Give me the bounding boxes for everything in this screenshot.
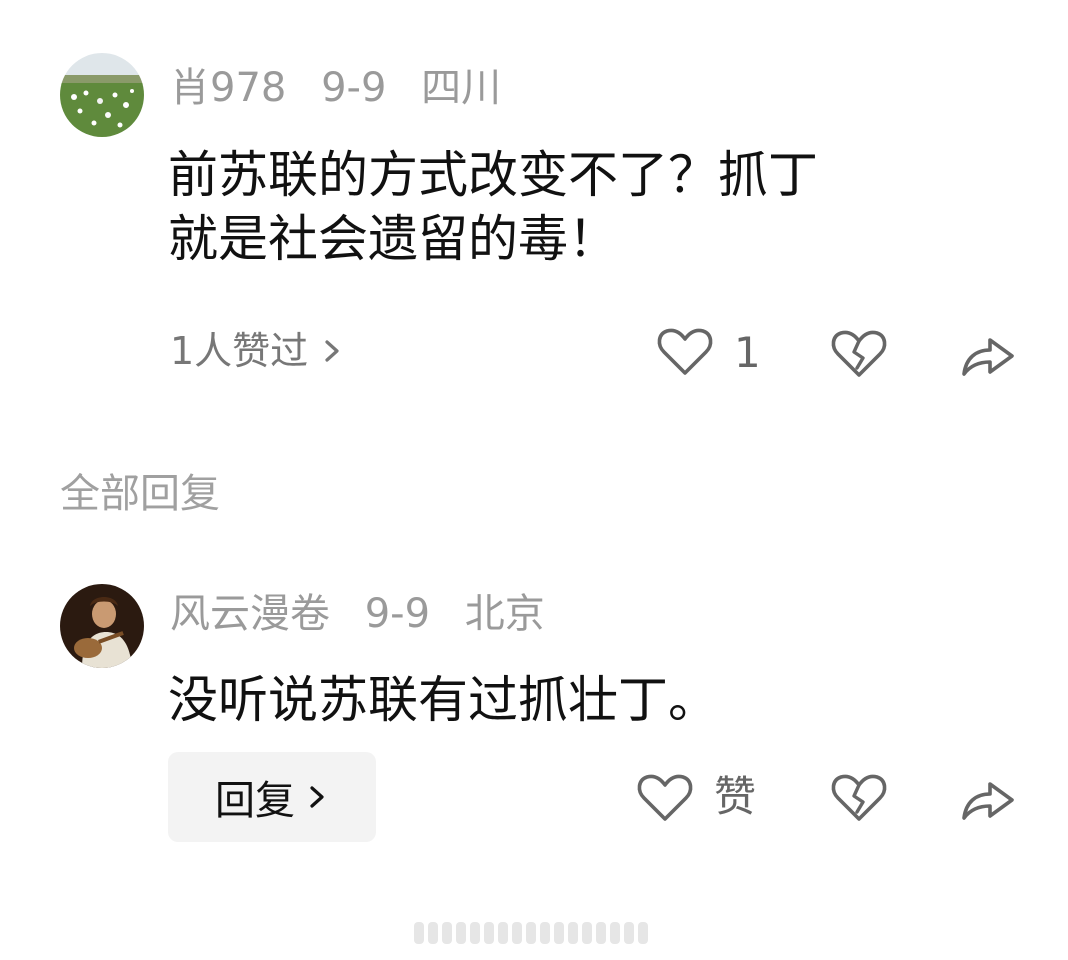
- landscape-avatar-icon: [60, 53, 144, 137]
- like-label[interactable]: 赞: [714, 772, 756, 822]
- comment-location: 四川: [421, 65, 502, 111]
- reply-location: 北京: [464, 591, 545, 637]
- comment-date: 9-9: [321, 65, 387, 111]
- reply-text-line: 没听说苏联有过抓壮丁。: [168, 671, 718, 729]
- author-name[interactable]: 肖978: [170, 65, 286, 111]
- share-arrow-icon[interactable]: [958, 328, 1018, 380]
- author-name[interactable]: 风云漫卷: [170, 591, 330, 637]
- chevron-right-icon: [325, 340, 339, 362]
- reply-text: 没听说苏联有过抓壮丁。: [168, 668, 718, 732]
- comment-text: 前苏联的方式改变不了？抓丁 就是社会遗留的毒！: [168, 143, 818, 271]
- share-arrow-icon[interactable]: [958, 772, 1018, 824]
- avatar[interactable]: [60, 584, 144, 668]
- chevron-right-icon: [310, 786, 324, 808]
- reply-meta: 风云漫卷 9-9 北京: [170, 590, 545, 638]
- watermark: [414, 922, 648, 944]
- avatar[interactable]: [60, 53, 144, 137]
- broken-heart-icon[interactable]: [830, 328, 888, 380]
- comment-text-line: 就是社会遗留的毒！: [168, 210, 618, 268]
- comment-text-line: 前苏联的方式改变不了？抓丁: [168, 146, 818, 204]
- reply-button-label: 回复: [215, 778, 295, 824]
- heart-outline-icon[interactable]: [656, 326, 714, 378]
- comment-meta: 肖978 9-9 四川: [170, 64, 501, 112]
- broken-heart-icon[interactable]: [830, 772, 888, 824]
- like-count: 1: [734, 328, 761, 377]
- reply-button[interactable]: 回复: [168, 752, 376, 842]
- reply-date: 9-9: [364, 591, 431, 637]
- portrait-avatar-icon: [60, 584, 144, 668]
- section-title-all-replies: 全部回复: [60, 471, 220, 517]
- likes-summary-link[interactable]: 1人赞过: [170, 328, 344, 374]
- heart-outline-icon[interactable]: [636, 772, 694, 824]
- likes-summary-label: 1人赞过: [170, 329, 309, 373]
